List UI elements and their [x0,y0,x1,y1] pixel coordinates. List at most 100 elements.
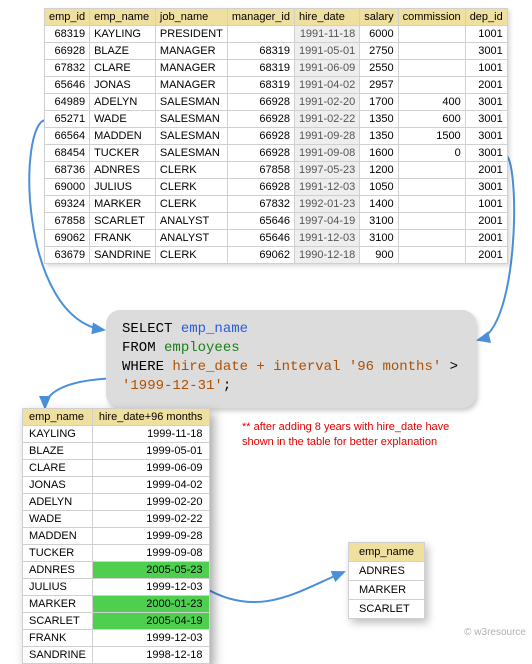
cell: 1991-04-02 [294,77,359,94]
cell [398,247,465,264]
col-emp-name: emp_name [90,9,156,26]
cell: 1999-06-09 [92,460,209,477]
cell: 68454 [45,145,90,162]
cell: CLERK [155,196,227,213]
col-commission: commission [398,9,465,26]
cell: 2001 [465,230,507,247]
cell: MARKER [23,596,93,613]
cell [398,196,465,213]
cell: 1200 [360,162,398,179]
table-row: FRANK1999-12-03 [23,630,210,647]
cell: 400 [398,94,465,111]
cell: 66928 [45,43,90,60]
cell: 1999-04-02 [92,477,209,494]
cell: 3001 [465,43,507,60]
cell: JULIUS [90,179,156,196]
col-job-name: job_name [155,9,227,26]
cell: WADE [90,111,156,128]
cell: JULIUS [23,579,93,596]
table-row: WADE1999-02-22 [23,511,210,528]
cell: 66928 [227,128,294,145]
cell: MANAGER [155,77,227,94]
table-row: ADNRES2005-05-23 [23,562,210,579]
col-emp-id: emp_id [45,9,90,26]
cell: 67858 [227,162,294,179]
expr-hire-interval: hire_date + interval '96 months' [172,359,441,375]
cell: 1999-09-08 [92,545,209,562]
cell: ADELYN [90,94,156,111]
col-manager-id: manager_id [227,9,294,26]
cell [398,77,465,94]
cell: 2550 [360,60,398,77]
cell: TUCKER [90,145,156,162]
col-hire-date-plus: hire_date+96 months [92,409,209,426]
cell: 1999-02-20 [92,494,209,511]
cell [398,230,465,247]
op-gt: > [450,359,458,375]
cell: 1998-12-18 [92,647,209,664]
cell: BLAZE [23,443,93,460]
sql-query-box: SELECT emp_name FROM employees WHERE hir… [106,310,476,408]
cell: 68319 [227,60,294,77]
col-emp-name: emp_name [23,409,93,426]
table-row: BLAZE1999-05-01 [23,443,210,460]
cell: 67832 [227,196,294,213]
explanation-note: ** after adding 8 years with hire_date h… [242,420,482,450]
cell: SANDRINE [90,247,156,264]
cell: WADE [23,511,93,528]
cell: 3001 [465,94,507,111]
cell: 68319 [227,77,294,94]
table-row: ADELYN1999-02-20 [23,494,210,511]
cell: 1991-11-18 [294,26,359,43]
cell: 3100 [360,230,398,247]
cell: 2001 [465,77,507,94]
cell: 1999-05-01 [92,443,209,460]
cell: 1999-09-28 [92,528,209,545]
cell: 1350 [360,128,398,145]
cell: FRANK [23,630,93,647]
cell: 65646 [45,77,90,94]
cell: 1997-04-19 [294,213,359,230]
cell: SALESMAN [155,128,227,145]
cell: 63679 [45,247,90,264]
cell: PRESIDENT [155,26,227,43]
cell: 1991-05-01 [294,43,359,60]
table-row: 68736ADNRESCLERK678581997-05-2312002001 [45,162,508,179]
cell: 69000 [45,179,90,196]
cell: ADELYN [23,494,93,511]
cell: 67858 [45,213,90,230]
kw-from: FROM [122,340,156,356]
cell: 1991-02-20 [294,94,359,111]
cell: MARKER [349,581,425,600]
cell: SALESMAN [155,145,227,162]
table-header-row: emp_name [349,543,425,562]
col-dep-id: dep_id [465,9,507,26]
cell: 3100 [360,213,398,230]
cell: MANAGER [155,43,227,60]
table-row: JONAS1999-04-02 [23,477,210,494]
table-row: 66928BLAZEMANAGER683191991-05-0127503001 [45,43,508,60]
cell: 3001 [465,145,507,162]
cell: 2001 [465,247,507,264]
cell: KAYLING [90,26,156,43]
kw-where: WHERE [122,359,164,375]
cell: CLERK [155,247,227,264]
cell: 1350 [360,111,398,128]
cell: 1992-01-23 [294,196,359,213]
table-row: MADDEN1999-09-28 [23,528,210,545]
cell: CLERK [155,162,227,179]
cell [398,26,465,43]
cell: 1991-12-03 [294,230,359,247]
cell: 69062 [227,247,294,264]
cell: 3001 [465,128,507,145]
cell: 66928 [227,94,294,111]
cell: 1999-12-03 [92,579,209,596]
cell: 1991-06-09 [294,60,359,77]
table-row: MARKER2000-01-23 [23,596,210,613]
table-row: 69000JULIUSCLERK669281991-12-0310503001 [45,179,508,196]
cell: ADNRES [90,162,156,179]
employees-table: emp_id emp_name job_name manager_id hire… [44,8,508,264]
cell: 1500 [398,128,465,145]
cell: 64989 [45,94,90,111]
cell: 2957 [360,77,398,94]
